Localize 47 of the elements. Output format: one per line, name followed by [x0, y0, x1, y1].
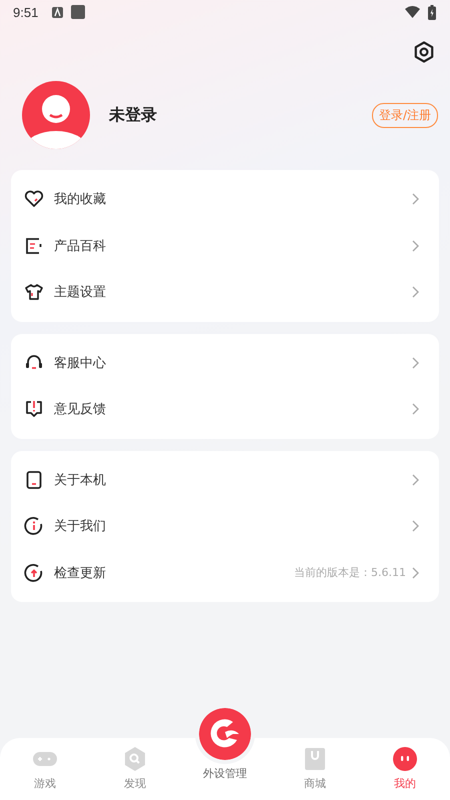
battery-icon	[428, 4, 436, 20]
version-text: 当前的版本是：5.6.11	[294, 565, 406, 580]
status-time: 9:51	[13, 4, 38, 20]
menu-item[interactable]: 我的收藏	[11, 176, 439, 222]
menu-item[interactable]: 检查更新 当前的版本是：5.6.11	[11, 550, 439, 596]
chevron-icon	[412, 356, 419, 369]
bag-icon	[302, 746, 328, 772]
heart-icon	[24, 189, 44, 210]
update-icon	[24, 562, 44, 583]
chevron-icon	[412, 474, 419, 486]
nav-tab[interactable]: 外设管理	[180, 708, 270, 800]
menu-label: 关于本机	[54, 472, 106, 489]
menu-item[interactable]: 主题设置	[11, 269, 439, 316]
menu-item[interactable]: 产品百科	[11, 222, 439, 269]
menu-item[interactable]: 关于本机	[11, 456, 439, 503]
chevron-icon	[412, 240, 419, 252]
wifi-icon	[405, 6, 420, 18]
chevron-icon	[412, 566, 419, 579]
menu-label: 我的收藏	[54, 191, 106, 208]
info-icon	[24, 516, 44, 536]
username: 未登录	[109, 104, 158, 126]
chevron-icon	[412, 520, 419, 532]
shirt-icon	[24, 282, 44, 302]
menu-label: 关于我们	[54, 518, 106, 536]
search-icon	[122, 746, 148, 772]
settings-icon[interactable]	[414, 41, 434, 63]
nav-tab[interactable]: 商城	[270, 738, 360, 800]
notification-icon	[52, 6, 64, 18]
nav-tab[interactable]: 我的	[360, 738, 450, 800]
device-icon	[24, 470, 44, 490]
menu-item[interactable]: 意见反馈	[11, 386, 439, 432]
chevron-icon	[412, 403, 419, 416]
nav-tab[interactable]: 游戏	[0, 738, 90, 800]
menu-label: 客服中心	[54, 354, 106, 372]
chevron-icon	[412, 286, 419, 298]
menu-item[interactable]: 关于我们	[11, 503, 439, 550]
face-icon	[392, 746, 418, 772]
feedback-icon	[24, 399, 44, 420]
nav-tab[interactable]: 发现	[90, 738, 180, 800]
doc-icon	[24, 236, 44, 256]
menu-label: 检查更新	[54, 564, 106, 582]
menu-label: 主题设置	[54, 284, 106, 302]
chevron-icon	[412, 193, 419, 206]
menu-label: 产品百科	[54, 238, 106, 255]
menu-item[interactable]: 客服中心	[11, 340, 439, 386]
menu-label: 意见反馈	[54, 401, 106, 418]
notification-icon	[71, 5, 86, 19]
